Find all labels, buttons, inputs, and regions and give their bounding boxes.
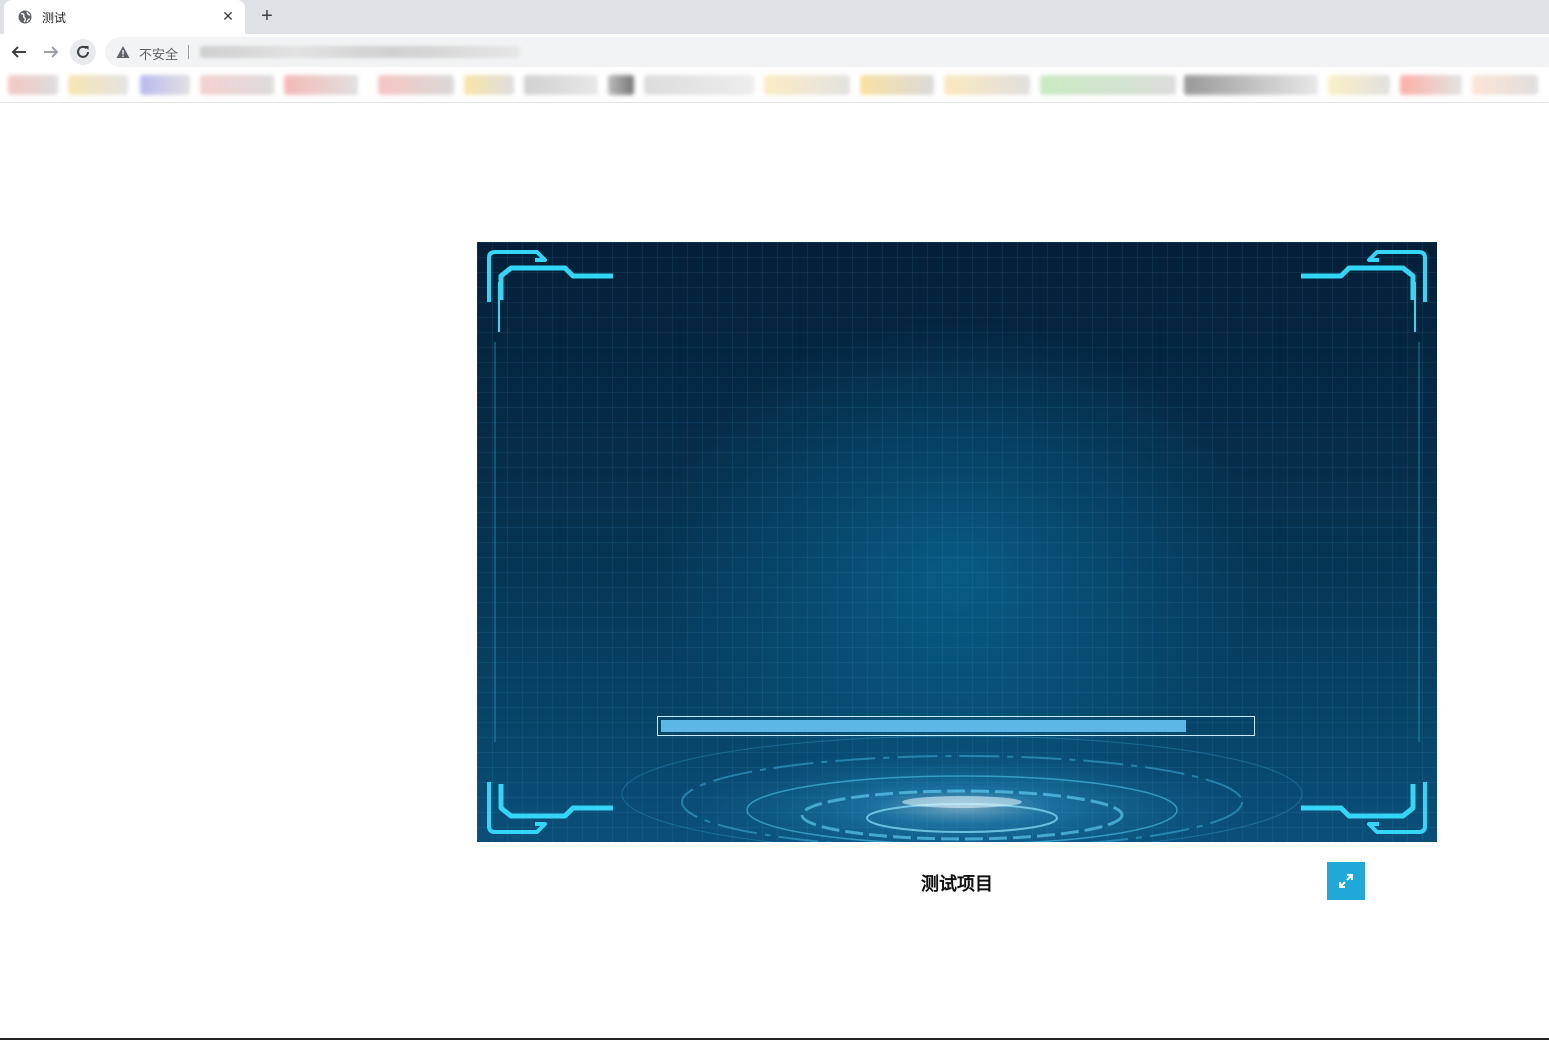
separator [188,45,189,59]
page-title: 测试项目 [921,874,993,894]
bookmark-item[interactable] [464,75,514,95]
progress-fill [661,720,1186,732]
browser-toolbar: 不安全 [0,34,1549,70]
warning-icon [116,46,130,58]
browser-tab[interactable]: 测试 ✕ [4,0,245,34]
bookmark-item[interactable] [1472,75,1538,95]
close-icon[interactable]: ✕ [219,7,237,25]
security-label: 不安全 [139,47,179,62]
url-text-redacted [200,46,520,58]
expand-icon [1339,874,1353,888]
reload-icon [77,45,89,58]
fullscreen-button[interactable] [1327,862,1365,900]
bookmark-item[interactable] [608,75,634,95]
frame-corners [487,250,1427,834]
bookmark-item[interactable] [524,75,598,95]
display-panel [477,242,1437,842]
globe-icon [18,10,32,24]
tab-title: 测试 [42,11,67,25]
bookmark-item[interactable] [378,75,454,95]
plus-icon[interactable]: + [256,5,278,27]
bookmark-item[interactable] [944,75,1030,95]
bookmark-item[interactable] [140,75,190,95]
arrow-right-icon [44,46,59,58]
bookmark-item[interactable] [200,75,274,95]
back-button[interactable] [6,39,32,65]
bookmark-item[interactable] [860,75,934,95]
bookmarks-bar [0,70,1549,103]
hologram-platform [621,735,1303,842]
bookmark-item[interactable] [8,75,58,95]
reload-button[interactable] [70,39,96,65]
address-bar[interactable]: 不安全 [105,37,1549,67]
bookmark-item[interactable] [644,75,754,95]
bookmark-item[interactable] [68,75,128,95]
loading-progress-bar [657,716,1255,736]
bookmark-item[interactable] [1328,75,1390,95]
tab-strip: 测试 ✕ + [0,0,1549,34]
bookmark-item[interactable] [284,75,358,95]
arrow-left-icon [11,46,26,58]
bookmark-item[interactable] [1040,75,1176,95]
bookmark-item[interactable] [1184,75,1318,95]
bookmark-item[interactable] [764,75,850,95]
bookmark-item[interactable] [1400,75,1462,95]
forward-button[interactable] [38,39,64,65]
hud-frame [487,250,1427,842]
